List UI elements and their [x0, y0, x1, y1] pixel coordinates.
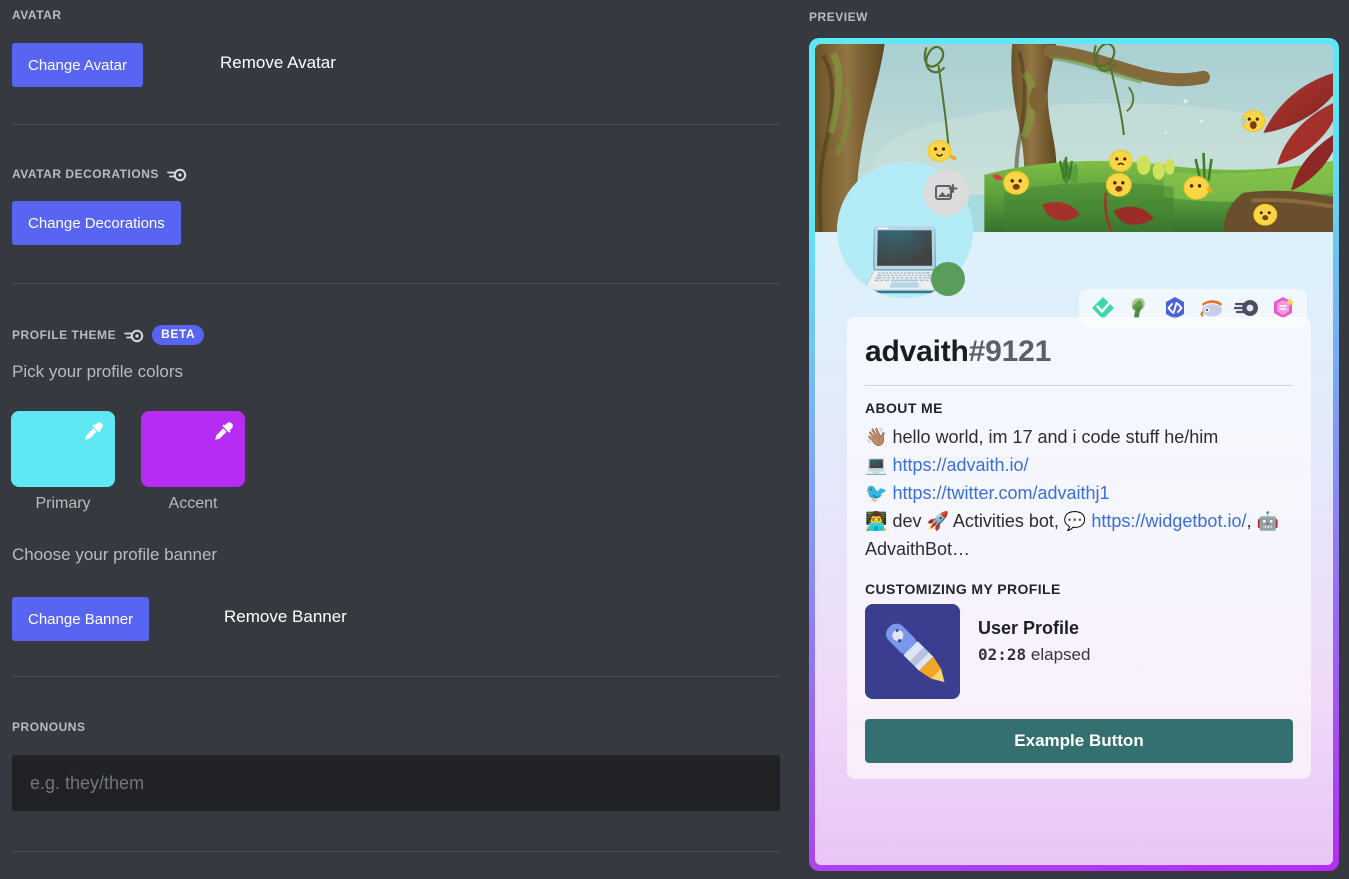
- username-row: advaith#9121: [865, 335, 1293, 369]
- new-feature-icon: [124, 328, 144, 344]
- rocket-pencil-art: [865, 604, 960, 699]
- accent-color-swatch[interactable]: [141, 411, 245, 487]
- activity-elapsed-label: elapsed: [1030, 645, 1091, 664]
- remove-avatar-button[interactable]: Remove Avatar: [210, 53, 346, 73]
- about-line-1-emoji: 💻: [865, 455, 888, 475]
- status-badge: [931, 262, 965, 296]
- beta-badge: BETA: [152, 325, 205, 345]
- about-me-header: ABOUT ME: [865, 400, 943, 416]
- avatar-decorations-section-header: AVATAR DECORATIONS: [12, 166, 187, 182]
- activity-elapsed: 02:28 elapsed: [978, 645, 1090, 665]
- profile-card-inner: 💻 advaith#9121 ABOUT ME 👋🏽 hello world, …: [815, 44, 1333, 865]
- divider-3: [12, 676, 780, 677]
- avatar-decorations-header-label: AVATAR DECORATIONS: [12, 167, 159, 181]
- primary-swatch-label: Primary: [35, 495, 91, 512]
- about-link-widgetbot[interactable]: https://widgetbot.io/: [1091, 511, 1246, 531]
- profile-theme-header-label: PROFILE THEME: [12, 328, 117, 342]
- username: advaith: [865, 335, 969, 368]
- divider-4: [12, 851, 780, 852]
- remove-banner-button[interactable]: Remove Banner: [214, 607, 357, 627]
- activity-art-svg: [865, 604, 960, 699]
- new-feature-icon: [167, 167, 187, 183]
- profile-settings-screen: AVATAR Change Avatar Remove Avatar AVATA…: [0, 0, 1349, 879]
- avatar-section-header: AVATAR: [12, 8, 62, 22]
- activity-elapsed-time: 02:28: [978, 645, 1027, 664]
- pick-colors-label: Pick your profile colors: [12, 362, 184, 381]
- change-banner-button[interactable]: Change Banner: [12, 597, 150, 641]
- choose-banner-label: Choose your profile banner: [12, 545, 218, 564]
- pronouns-input[interactable]: [12, 755, 780, 811]
- about-line-0-emoji: 👋🏽: [865, 427, 888, 447]
- eyedropper-icon: [211, 419, 237, 450]
- pronouns-section-header: PRONOUNS: [12, 720, 86, 734]
- primary-swatch-wrap: Primary: [11, 411, 115, 513]
- discriminator: #9121: [968, 335, 1052, 368]
- accent-swatch-wrap: Accent: [141, 411, 245, 513]
- change-avatar-button[interactable]: Change Avatar: [12, 43, 143, 87]
- example-button[interactable]: Example Button: [865, 719, 1293, 763]
- avatar-section: AVATAR: [12, 8, 62, 22]
- accent-swatch-label: Accent: [168, 495, 218, 512]
- about-line-3-emoji: 👨‍💻: [865, 511, 888, 531]
- activity-name: User Profile: [978, 618, 1080, 638]
- activity-row: User Profile 02:28 elapsed: [865, 604, 1293, 699]
- pronouns-header-label: PRONOUNS: [12, 720, 86, 734]
- add-image-icon[interactable]: [923, 170, 969, 216]
- preview-column: PREVIEW 💻 advaith#9121 ABOUT ME 👋🏽 hello…: [805, 0, 1349, 879]
- color-swatch-row: Primary Accent: [11, 411, 245, 513]
- about-link-website[interactable]: https://advaith.io/: [892, 455, 1028, 475]
- divider-2: [12, 283, 780, 284]
- eyedropper-icon: [81, 419, 107, 450]
- avatar-header-label: AVATAR: [12, 8, 62, 22]
- profile-preview-card: 💻 advaith#9121 ABOUT ME 👋🏽 hello world, …: [809, 38, 1339, 871]
- about-line-0-text: hello world, im 17 and i code stuff he/h…: [892, 427, 1219, 447]
- profile-body-panel: advaith#9121 ABOUT ME 👋🏽 hello world, im…: [847, 317, 1311, 779]
- about-line-3-text: dev 🚀 Activities bot, 💬: [892, 511, 1087, 531]
- about-line-2-emoji: 🐦: [865, 483, 888, 503]
- divider-1: [12, 124, 780, 125]
- panel-divider: [865, 385, 1293, 386]
- about-link-twitter[interactable]: https://twitter.com/advaithj1: [892, 483, 1109, 503]
- settings-column: AVATAR Change Avatar Remove Avatar AVATA…: [0, 0, 805, 879]
- profile-theme-section-header: PROFILE THEME BETA: [12, 325, 205, 345]
- avatar-zone: 💻: [837, 162, 977, 302]
- change-decorations-button[interactable]: Change Decorations: [12, 201, 181, 245]
- activity-header: CUSTOMIZING MY PROFILE: [865, 581, 1061, 597]
- primary-color-swatch[interactable]: [11, 411, 115, 487]
- about-me-text: 👋🏽 hello world, im 17 and i code stuff h…: [865, 423, 1293, 563]
- activity-details: User Profile 02:28 elapsed: [978, 604, 1090, 665]
- preview-label: PREVIEW: [809, 10, 868, 24]
